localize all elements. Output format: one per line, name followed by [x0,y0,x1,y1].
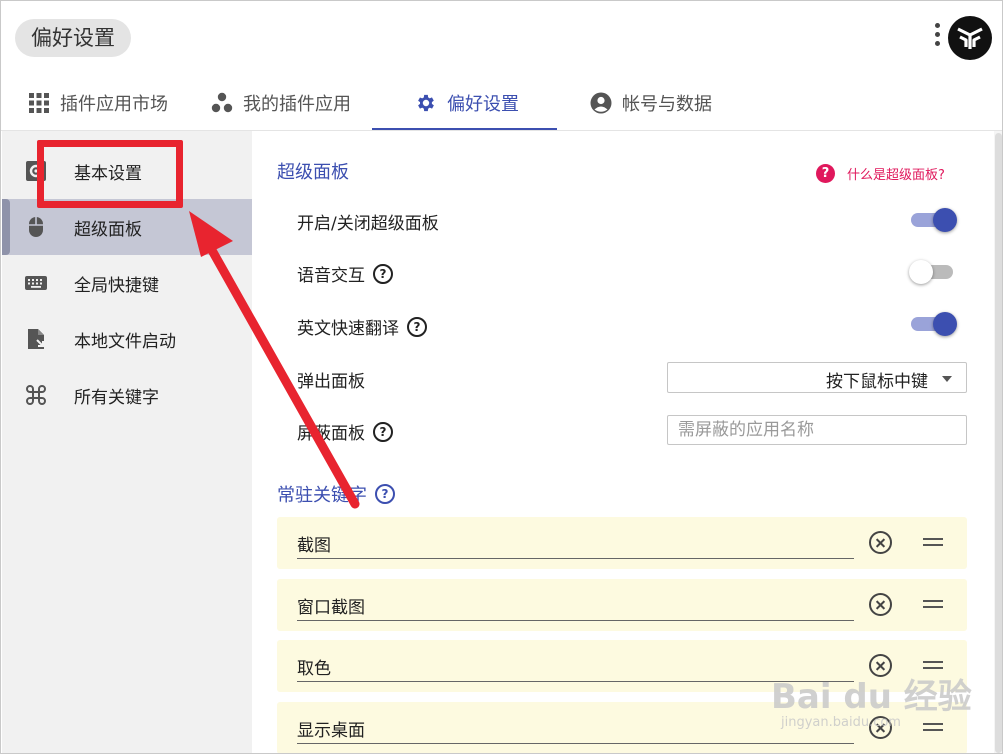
clear-circle-icon[interactable] [869,593,892,616]
top-tabs: 插件应用市场 我的插件应用 偏好设置 帐号与数据 [1,75,1002,131]
drag-handle-icon[interactable] [923,600,943,608]
scrollbar-thumb[interactable] [995,133,1002,753]
keyword-text[interactable]: 显示桌面 [297,716,365,741]
question-icon[interactable]: ? [373,263,393,284]
keyword-item[interactable]: 截图 [277,517,967,569]
app-window: 偏好设置 插件应用市场 我的插件应用 偏好设置 帐号与数据 基本设置 超级面板 … [0,0,1003,754]
blocked-apps-input[interactable] [667,415,967,445]
sidebar: 基本设置 超级面板 全局快捷键 本地文件启动 所有关键字 [2,131,252,753]
keywords-title-text: 常驻关键字 [277,485,367,506]
input-underline [297,558,854,559]
more-menu-icon[interactable] [931,23,943,53]
grid-icon [29,93,49,113]
account-circle-icon [590,92,612,114]
active-indicator [2,199,10,255]
keyboard-icon [25,276,47,290]
input-underline [297,620,854,621]
annotation-highlight-box [37,140,183,208]
toggle-thumb [909,260,933,284]
input-underline [297,743,854,744]
command-icon [26,385,46,405]
row-translate-label: 英文快速翻译 ? [297,314,427,339]
keywords-title: 常驻关键字 ? [277,481,395,507]
row-popup-label: 弹出面板 [297,367,365,392]
tab-label: 我的插件应用 [243,94,351,115]
toggle-thumb [933,312,957,336]
file-launch-icon [28,329,44,349]
sidebar-item-label: 超级面板 [74,219,142,240]
dropdown-arrow-icon [942,376,952,382]
translate-toggle[interactable] [909,311,957,337]
sidebar-item-label: 全局快捷键 [74,275,159,296]
row-toggle-panel-label: 开启/关闭超级面板 [297,209,439,234]
keyword-text[interactable]: 取色 [297,654,331,679]
help-link[interactable]: ? 什么是超级面板? [816,164,945,183]
keyword-text[interactable]: 截图 [297,531,331,556]
clear-circle-icon[interactable] [869,531,892,554]
help-icon: ? [816,164,835,183]
question-icon[interactable]: ? [375,484,395,504]
logo-mark-icon [957,27,983,49]
page-title: 偏好设置 [15,19,131,57]
tab-label: 帐号与数据 [622,94,712,115]
label-text: 开启/关闭超级面板 [297,214,439,234]
popup-trigger-select[interactable]: 按下鼠标中键 [667,362,967,393]
question-icon[interactable]: ? [407,316,427,337]
app-logo[interactable] [948,16,992,60]
sidebar-item-all-keywords[interactable]: 所有关键字 [2,367,252,423]
tab-my-plugins[interactable]: 我的插件应用 [211,75,351,131]
label-text: 屏蔽面板 [297,424,365,444]
sidebar-item-label: 所有关键字 [74,387,159,408]
keyword-text[interactable]: 窗口截图 [297,593,365,618]
gear-icon [418,94,434,112]
drag-handle-icon[interactable] [923,538,943,546]
watermark-brand: Bai du 经验 [771,677,972,717]
toggle-thumb [933,208,957,232]
tab-plugin-market[interactable]: 插件应用市场 [28,75,168,131]
question-icon[interactable]: ? [373,421,393,442]
sidebar-item-local-file-launch[interactable]: 本地文件启动 [2,311,252,367]
help-link-label: 什么是超级面板? [847,168,945,183]
label-text: 弹出面板 [297,372,365,392]
watermark-url: jingyan.baidu.com [781,715,901,730]
active-tab-indicator [372,128,557,130]
tab-account-data[interactable]: 帐号与数据 [590,75,712,131]
tab-label: 偏好设置 [447,94,519,115]
tab-preferences[interactable]: 偏好设置 [415,75,519,131]
watermark: Bai du 经验 jingyan.baidu.com [771,641,991,741]
sidebar-item-global-hotkeys[interactable]: 全局快捷键 [2,255,252,311]
select-value: 按下鼠标中键 [826,372,928,392]
row-voice-label: 语音交互 ? [297,261,393,286]
super-panel-toggle[interactable] [909,207,957,233]
tab-label: 插件应用市场 [60,94,168,115]
row-block-label: 屏蔽面板 ? [297,419,393,444]
label-text: 英文快速翻译 [297,319,399,339]
mouse-icon [29,217,43,237]
label-text: 语音交互 [297,266,365,286]
voice-toggle[interactable] [909,259,957,285]
keyword-item[interactable]: 窗口截图 [277,579,967,631]
sidebar-item-label: 本地文件启动 [74,331,176,352]
main-scrollbar[interactable] [994,131,1002,753]
section-title: 超级面板 [277,162,349,183]
dots-group-icon [211,92,233,113]
